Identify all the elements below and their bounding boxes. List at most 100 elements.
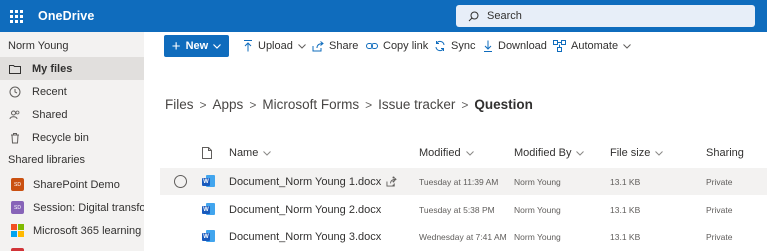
copy-link-button[interactable]: Copy link [366, 32, 428, 60]
column-header-file-size[interactable]: File size [610, 147, 664, 159]
breadcrumb-item-issue-tracker[interactable]: Issue tracker [378, 97, 455, 112]
sidebar-library-partial[interactable] [0, 242, 144, 251]
chevron-right-icon: > [365, 97, 373, 112]
table-row[interactable]: W Document_Norm Young 1.docx Tuesday at … [160, 168, 767, 195]
file-size: 13.1 KB [610, 231, 641, 242]
plus-icon: + [171, 37, 181, 55]
sidebar-item-label: Shared [32, 108, 68, 121]
download-button[interactable]: Download [483, 32, 547, 60]
trash-icon [8, 131, 22, 145]
chevron-down-icon [213, 40, 222, 52]
column-header-modified[interactable]: Modified [419, 147, 474, 159]
sidebar-item-label: My files [32, 62, 73, 75]
download-icon [483, 40, 493, 52]
table-row[interactable]: W Document_Norm Young 3.docx Wednesday a… [160, 223, 767, 250]
library-badge: SD [11, 201, 24, 214]
user-name: Norm Young [8, 40, 69, 52]
chevron-right-icon: > [199, 97, 207, 112]
chevron-down-icon [263, 150, 272, 156]
new-button[interactable]: + New [164, 35, 229, 57]
column-header-label: Modified By [514, 147, 572, 159]
library-label: Session: Digital transfor... [33, 201, 144, 214]
word-document-icon: W [202, 196, 215, 223]
modified-date: Tuesday at 5:38 PM [419, 204, 495, 215]
modified-date: Wednesday at 7:41 AM [419, 231, 507, 242]
column-header-sharing[interactable]: Sharing [706, 147, 744, 159]
file-size: 13.1 KB [610, 204, 641, 215]
column-header-name[interactable]: Name [229, 147, 272, 159]
column-header-label: Modified [419, 147, 461, 159]
breadcrumb-item-files[interactable]: Files [165, 97, 194, 112]
file-type-header[interactable] [202, 147, 212, 162]
sidebar-library-m365-learning[interactable]: Microsoft 365 learning p... [0, 219, 144, 242]
upload-icon [243, 40, 253, 52]
modified-by[interactable]: Norm Young [514, 168, 561, 195]
sync-label: Sync [451, 40, 476, 52]
app-name[interactable]: OneDrive [38, 9, 94, 23]
modified-by[interactable]: Norm Young [514, 196, 561, 223]
chevron-down-icon [576, 150, 585, 156]
modified-by[interactable]: Norm Young [514, 223, 561, 250]
file-name[interactable]: Document_Norm Young 2.docx [229, 196, 381, 223]
sidebar-item-shared[interactable]: Shared [0, 103, 144, 126]
sync-icon [434, 40, 446, 52]
automate-button[interactable]: Automate [553, 32, 631, 60]
file-size: 13.1 KB [610, 176, 641, 187]
sharing-status: Private [706, 231, 733, 242]
column-header-modified-by[interactable]: Modified By [514, 147, 585, 159]
chevron-down-icon [465, 150, 474, 156]
clock-icon [8, 85, 22, 99]
people-icon [8, 108, 22, 122]
link-icon [366, 42, 378, 50]
breadcrumb: Files > Apps > Microsoft Forms > Issue t… [165, 97, 533, 112]
search-box[interactable]: Search [456, 5, 755, 27]
chevron-down-icon [655, 150, 664, 156]
file-name[interactable]: Document_Norm Young 3.docx [229, 223, 381, 250]
share-label: Share [329, 40, 359, 52]
chevron-right-icon: > [461, 97, 469, 112]
file-icon [202, 147, 212, 162]
sharing-status: Private [706, 204, 733, 215]
sidebar: Norm Young My files Recent Shared Recycl… [0, 32, 144, 251]
sidebar-item-my-files[interactable]: My files [0, 57, 144, 80]
sidebar-library-session[interactable]: SD Session: Digital transfor... [0, 196, 144, 219]
chevron-down-icon [623, 43, 631, 49]
automate-icon [553, 40, 566, 52]
breadcrumb-item-apps[interactable]: Apps [213, 97, 244, 112]
breadcrumb-item-microsoft-forms[interactable]: Microsoft Forms [262, 97, 359, 112]
shared-libraries-heading: Shared libraries [8, 154, 86, 166]
copy-link-label: Copy link [383, 40, 429, 52]
top-bar: OneDrive Search [0, 0, 767, 32]
chevron-right-icon: > [249, 97, 257, 112]
app-launcher-icon[interactable] [0, 0, 32, 32]
search-placeholder: Search [487, 10, 522, 22]
sync-button[interactable]: Sync [434, 32, 475, 60]
column-header-label: File size [610, 147, 651, 159]
search-icon [468, 11, 479, 22]
breadcrumb-current: Question [474, 97, 533, 112]
new-button-label: New [185, 40, 209, 52]
file-name[interactable]: Document_Norm Young 1.docx [229, 168, 381, 195]
row-select-radio[interactable] [174, 168, 187, 195]
download-label: Download [498, 40, 547, 52]
sidebar-item-label: Recycle bin [32, 131, 89, 144]
sidebar-item-label: Recent [32, 85, 67, 98]
folder-icon [8, 62, 22, 76]
sidebar-item-recent[interactable]: Recent [0, 80, 144, 103]
share-button[interactable]: Share [312, 32, 358, 60]
upload-label: Upload [258, 40, 293, 52]
word-document-icon: W [202, 168, 215, 195]
column-header-label: Sharing [706, 147, 744, 159]
upload-button[interactable]: Upload [243, 32, 306, 60]
sidebar-library-sharepoint-demo[interactable]: SD SharePoint Demo [0, 173, 144, 196]
library-label: Microsoft 365 learning p... [33, 224, 144, 237]
more-options-icon[interactable] [392, 168, 395, 195]
chevron-down-icon [298, 43, 306, 49]
sidebar-item-recycle-bin[interactable]: Recycle bin [0, 126, 144, 149]
sharing-status: Private [706, 176, 733, 187]
library-label: SharePoint Demo [33, 178, 120, 191]
column-header-label: Name [229, 147, 259, 159]
library-badge: SD [11, 178, 24, 191]
automate-label: Automate [571, 40, 619, 52]
table-row[interactable]: W Document_Norm Young 2.docx Tuesday at … [160, 196, 767, 223]
